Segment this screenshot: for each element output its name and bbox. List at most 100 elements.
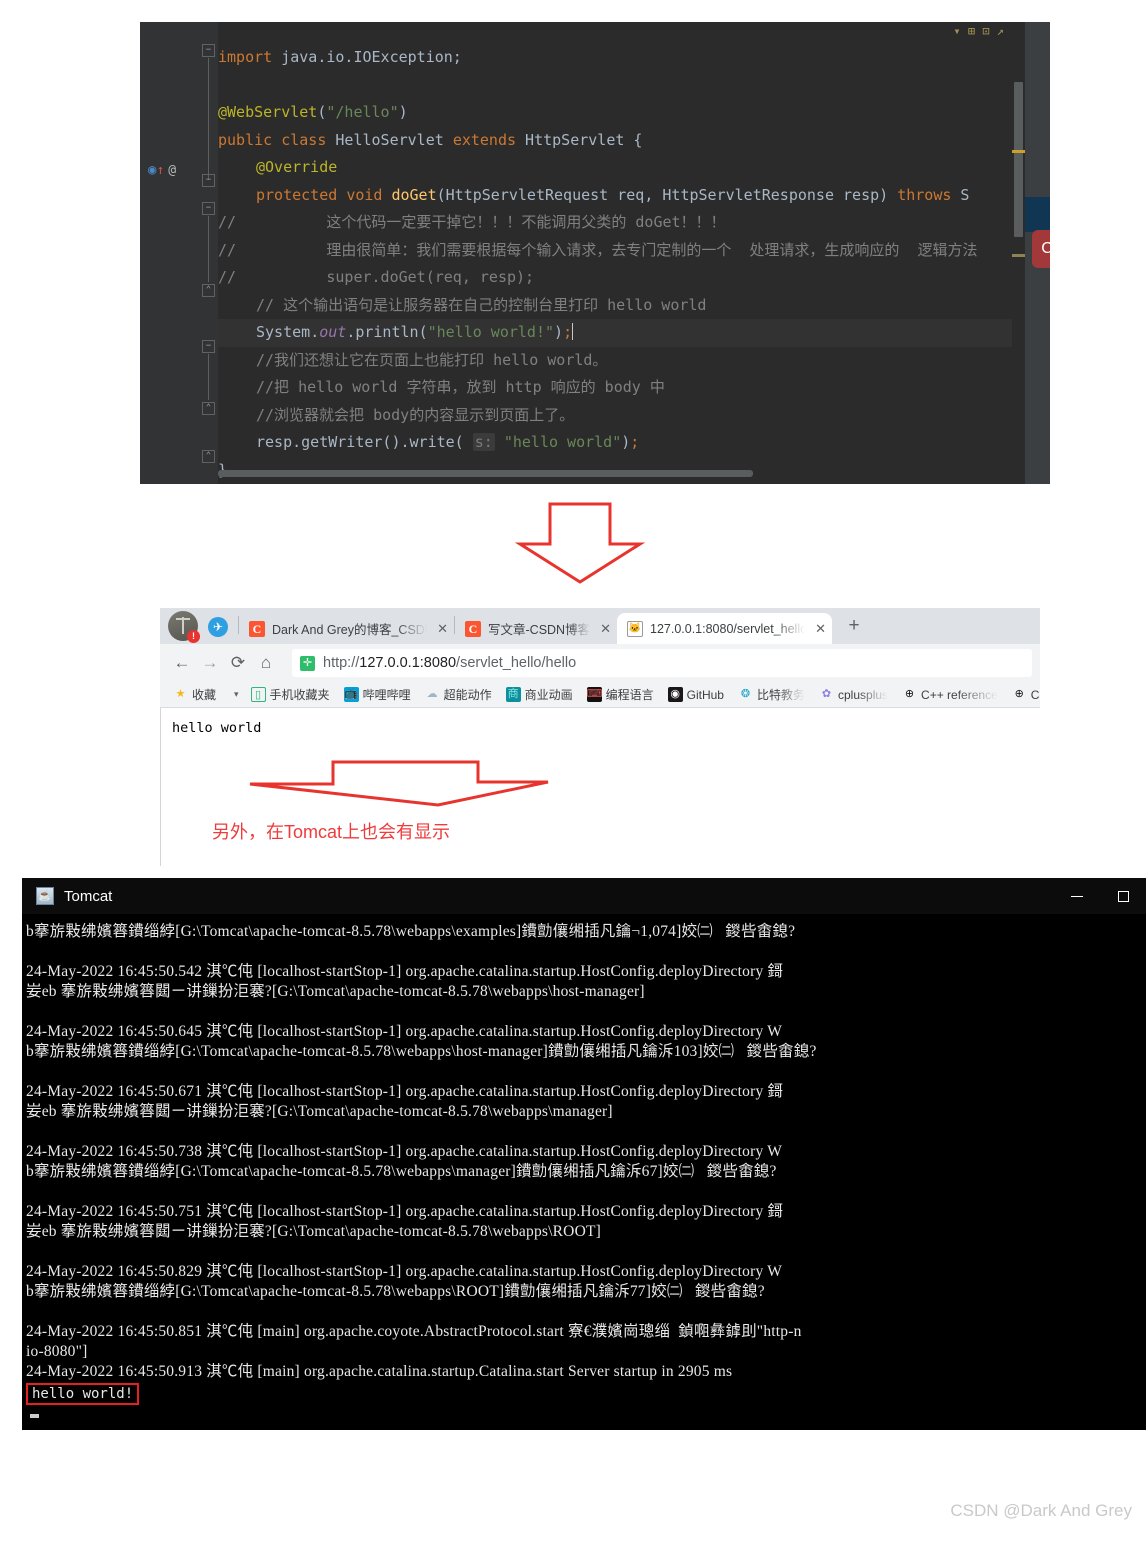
editor-notification-panel [1025,197,1050,232]
code-token: S [951,186,969,204]
tomcat-favicon: 🐱 [627,621,643,637]
code-token: //浏览器就会把 body的内容显示到页面上了。 [256,406,574,424]
bookmark-favicon-icon: ❂ [738,687,753,702]
bookmark-item[interactable]: ✿ cplusplus [819,687,888,702]
console-blank-line [26,1122,1146,1142]
bookmark-item[interactable]: 📺 哔哩哔哩 [344,686,411,703]
code-token [495,433,504,451]
maximize-icon [1118,891,1129,902]
code-line: resp.getWriter().write( s: "hello world"… [256,429,639,457]
editor-right-strip: C [1012,22,1050,484]
avatar-alert-badge[interactable]: ! [187,630,200,643]
maximize-button[interactable] [1100,878,1146,914]
fold-toggle-icon[interactable]: ⌃ [202,402,215,415]
browser-tab-3-active[interactable]: 🐱 127.0.0.1:8080/servlet_hello/hello ✕ [617,613,832,644]
ide-code-editor-panel: ◉↑ @ − − − ⌃ − ⌃ ⌃ import java.io.IOExcep… [140,22,1050,484]
page-response-text: hello world [172,720,261,736]
console-log-line: 24-May-2022 16:45:50.542 淇℃伅 [localhost-… [26,962,1146,982]
fold-toggle-icon[interactable]: − [202,174,215,187]
browser-toolbar: ← → ⟳ ⌂ ✛ http://127.0.0.1:8080/servlet_… [160,644,1040,682]
fold-toggle-icon[interactable]: − [202,44,215,57]
fold-toggle-icon[interactable]: − [202,202,215,215]
code-line: @WebServlet("/hello") [218,99,408,127]
home-icon[interactable]: ⌂ [252,649,280,677]
browser-tab-2[interactable]: C 写文章-CSDN博客 ✕ [455,613,617,644]
bookmark-item[interactable]: ⌨ 编程语言 [587,686,654,703]
code-line: import java.io.IOException; [218,44,462,72]
chevron-down-icon[interactable]: ▾ [234,689,239,700]
address-bar[interactable]: ✛ http://127.0.0.1:8080/servlet_hello/he… [292,649,1032,677]
bookmark-favicon-icon: ✿ [819,687,834,702]
bookmark-item[interactable]: ★ 收藏 [173,686,216,703]
bookmark-label: 超能动作 [444,686,492,703]
code-token: . [346,323,355,341]
tab-close-icon[interactable]: ✕ [600,621,611,637]
fold-toggle-icon[interactable]: − [202,340,215,353]
highlighted-console-output: hello world! [26,1383,139,1405]
text-caret [572,323,573,340]
bookmark-item[interactable]: ☁ 超能动作 [425,686,492,703]
bookmark-favicon-icon: ★ [173,687,188,702]
code-token: // super.doGet(req, resp); [218,268,534,286]
code-token: s: [473,433,495,451]
fold-toggle-icon[interactable]: ⌃ [202,450,215,463]
editor-error-badge[interactable]: C [1032,230,1050,268]
bookmark-item[interactable]: ◉ GitHub [668,687,724,702]
code-token: HttpServlet { [516,131,642,149]
profile-avatar[interactable]: ! [168,611,198,641]
bookmarks-bar: ★ 收藏 ▾ ▯ 手机收藏夹 📺 哔哩哔哩 ☁ 超能动作商商业动画 ⌨ 编程语言 ◉ GitHub ❂ 比特… [160,682,1040,708]
bookmark-item[interactable]: ▯ 手机收藏夹 [251,686,330,703]
annotation-marker-icon: @ [168,163,176,178]
code-token: // 理由很简单：我们需要根据每个输入请求，去专门定制的一个 处理请求，生成响应… [218,241,978,259]
code-token: // 这个代码一定要干掉它！！！不能调用父类的 doGet！！！ [218,213,726,231]
bookmark-item[interactable]: 商商业动画 [506,686,573,703]
override-arrow-icon[interactable]: ↑ [156,163,164,178]
code-token: System [256,323,310,341]
tab-close-icon[interactable]: ✕ [437,621,448,637]
editor-scrollbar-track[interactable] [1012,22,1025,484]
editor-scrollbar-thumb[interactable] [1014,82,1023,237]
code-token: extends [453,131,516,149]
console-blank-line [26,942,1146,962]
back-icon[interactable]: ← [168,649,196,677]
url-host: 127.0.0.1:8080 [359,655,456,671]
code-token: @Override [256,158,337,176]
bookmark-favicon-icon: ⌨ [587,687,602,702]
tab-close-icon[interactable]: ✕ [815,621,826,637]
browser-tab-title: Dark And Grey的博客_CSDN博客 [272,619,427,638]
bookmark-label: 编程语言 [606,686,654,703]
code-token: class [281,131,326,149]
code-line: //浏览器就会把 body的内容显示到页面上了。 [256,402,574,430]
bookmark-item[interactable]: ❂ 比特教务 [738,686,805,703]
console-blank-line [26,1002,1146,1022]
code-token: HelloServlet [326,131,452,149]
code-text-area[interactable]: import java.io.IOException; @WebServlet("… [218,22,1012,484]
bookmark-item[interactable]: ⊕ C++ reference [902,687,998,702]
telegram-extension-icon[interactable]: ✈ [208,617,228,637]
bookmark-favicon-icon: ▯ [251,687,266,702]
bookmark-item[interactable]: ⊕ C++ 参考 [1012,686,1040,703]
bookmark-label: 哔哩哔哩 [363,686,411,703]
editor-inspection-widget[interactable]: ▾ ⊞ ⊡ ↗ [953,24,1004,38]
tomcat-title-bar[interactable]: ☕ Tomcat [22,878,1146,914]
code-token: void [346,186,382,204]
site-info-icon[interactable]: ✛ [300,656,315,671]
console-log-line: io-8080"] [26,1342,1146,1362]
bookmark-label: 手机收藏夹 [270,686,330,703]
console-output-area[interactable]: b搴旂敤绋嬪簭鐨缁綍[G:\Tomcat\apache-tomcat-8.5.7… [22,914,1146,1430]
url-scheme: http:// [323,655,359,671]
bookmark-label: C++ 参考 [1031,686,1040,703]
console-log-line: b搴旂敤绋嬪簭鐨缁綍[G:\Tomcat\apache-tomcat-8.5.7… [26,1042,1146,1062]
fold-guide-line [208,58,209,180]
reload-icon[interactable]: ⟳ [224,649,252,677]
fold-toggle-icon[interactable]: ⌃ [202,284,215,297]
editor-horizontal-scrollbar[interactable] [218,470,753,477]
window-controls [1054,878,1146,914]
bookmark-favicon-icon: ⊕ [1012,687,1027,702]
new-tab-button[interactable]: + [840,613,868,641]
forward-icon[interactable]: → [196,649,224,677]
code-token: public [218,131,272,149]
browser-tab-1[interactable]: C Dark And Grey的博客_CSDN博客 ✕ [239,613,454,644]
minimize-button[interactable] [1054,878,1100,914]
run-gutter-marker[interactable]: ◉↑ @ [148,162,192,182]
